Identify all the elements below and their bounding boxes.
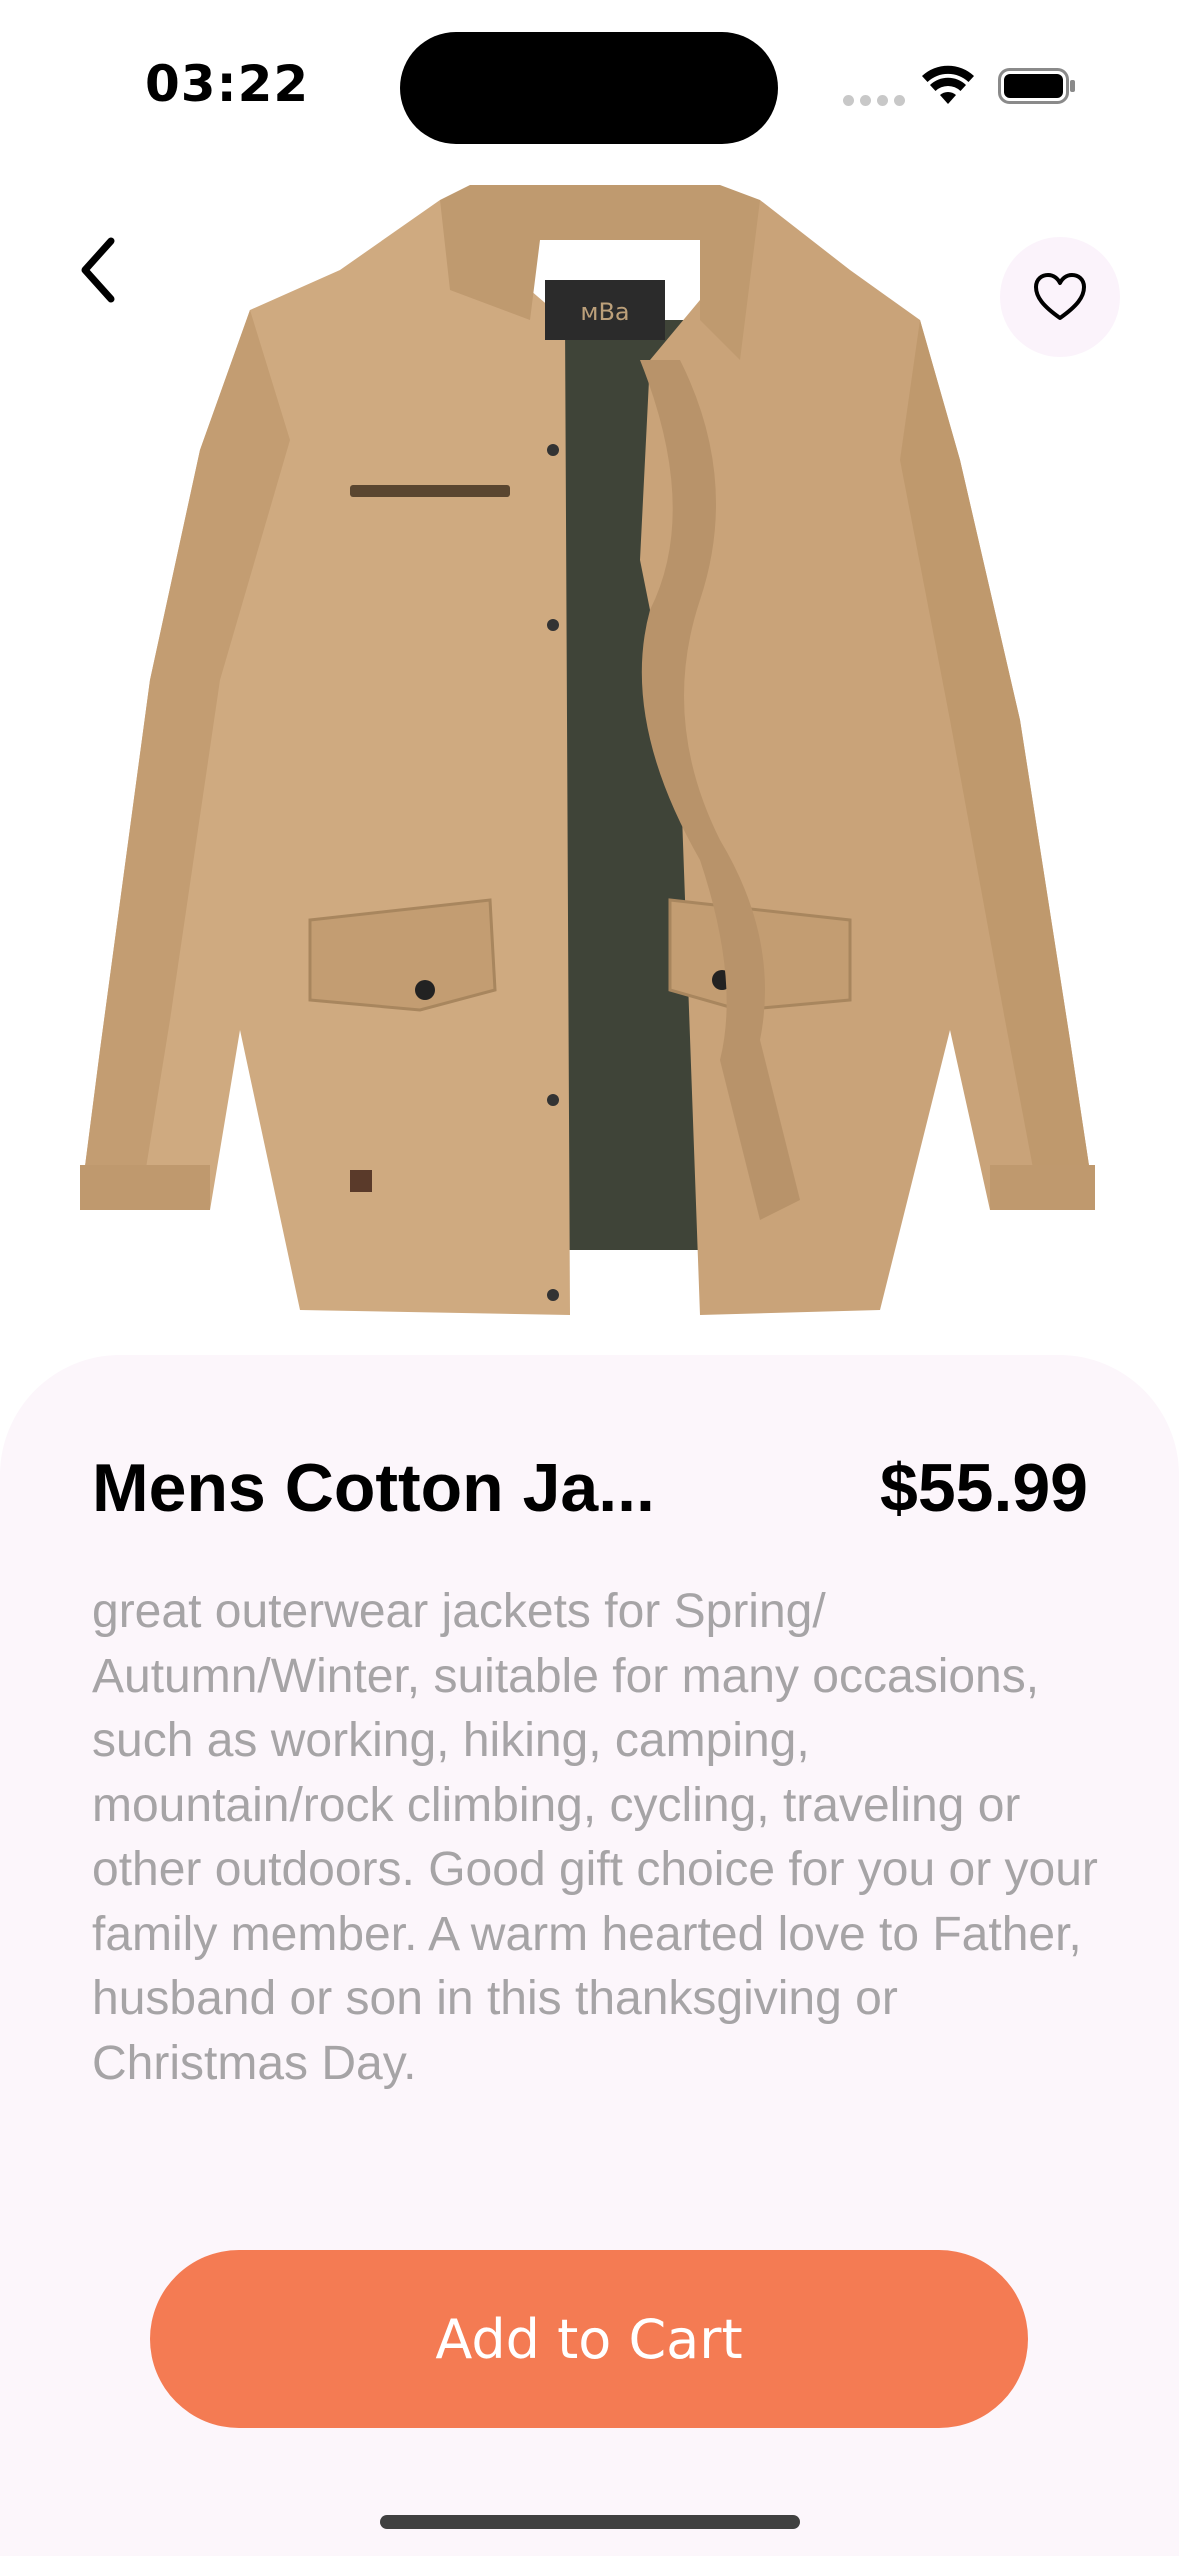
product-price: $55.99 xyxy=(880,1450,1088,1526)
status-time: 03:22 xyxy=(145,55,310,113)
wifi-icon xyxy=(922,65,974,104)
favorite-button[interactable] xyxy=(1000,237,1120,357)
battery-icon xyxy=(998,68,1075,104)
add-to-cart-button[interactable]: Add to Cart xyxy=(150,2250,1028,2428)
cellular-signal-icon xyxy=(843,95,905,106)
dynamic-island xyxy=(400,32,778,144)
product-image: ᴍBa xyxy=(80,185,1095,1315)
chevron-left-icon xyxy=(81,237,115,303)
svg-text:ᴍBa: ᴍBa xyxy=(580,298,629,326)
back-button[interactable] xyxy=(58,225,138,315)
home-indicator xyxy=(380,2515,800,2529)
product-description: great outerwear jackets for Spring/ Autu… xyxy=(92,1585,1098,2090)
heart-icon xyxy=(1034,273,1086,320)
status-icons xyxy=(843,60,1083,110)
product-title: Mens Cotton Ja... xyxy=(92,1450,655,1526)
